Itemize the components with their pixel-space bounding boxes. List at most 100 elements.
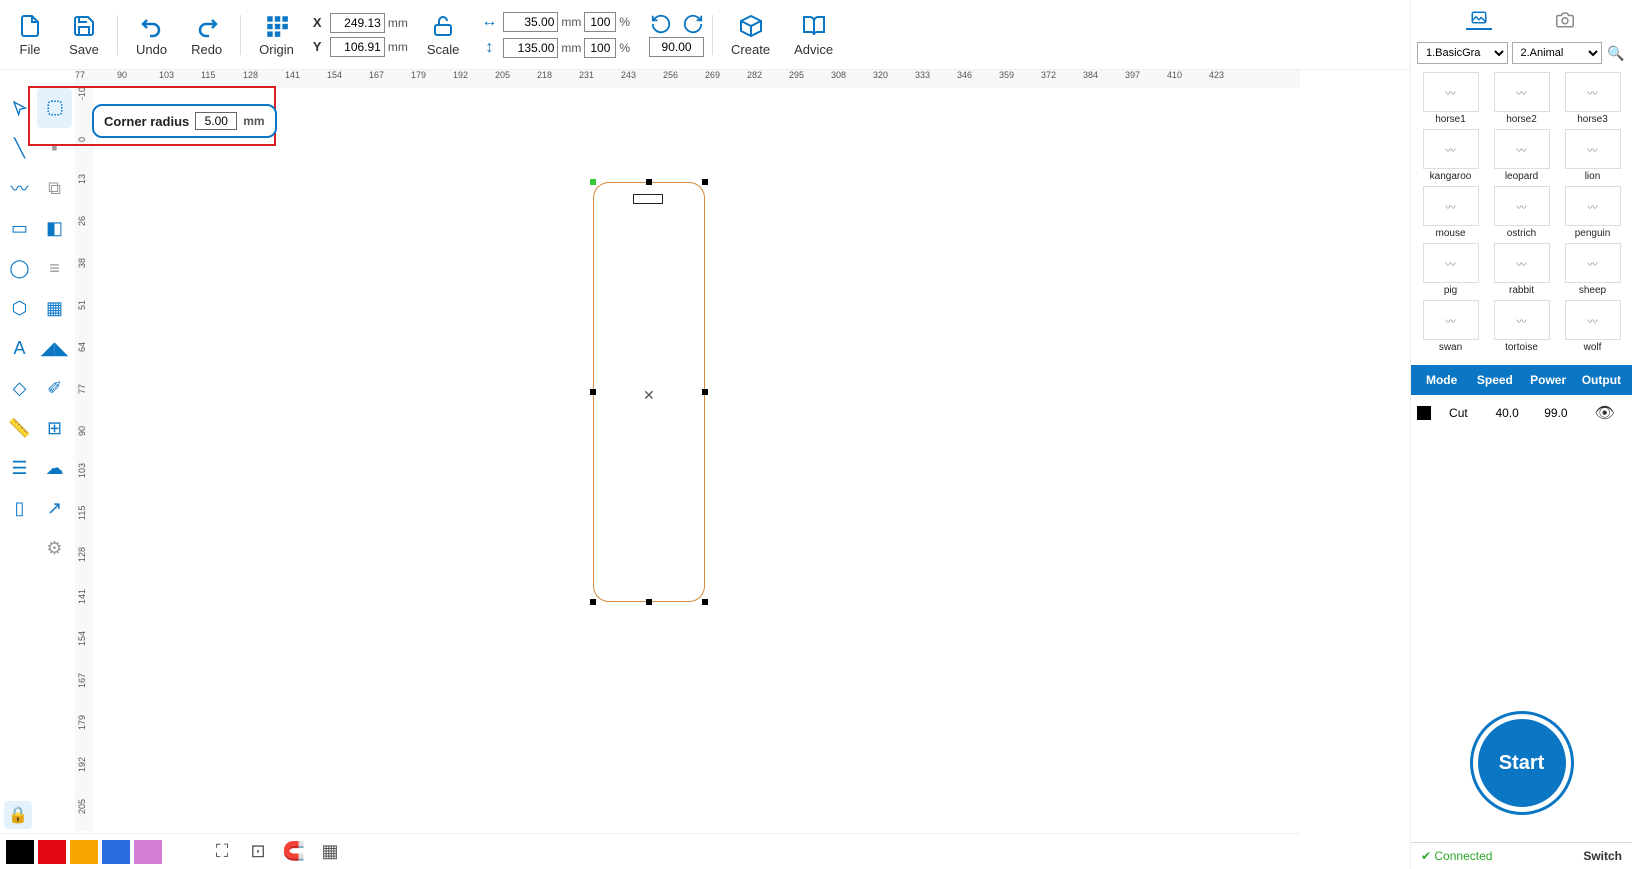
magnet-icon[interactable]: 🧲 xyxy=(280,840,308,864)
height-pct-input[interactable] xyxy=(584,38,616,58)
crop-icon[interactable]: ⛶ xyxy=(208,840,236,864)
lib-item-tortoise[interactable]: 〰tortoise xyxy=(1488,300,1555,353)
y-input[interactable] xyxy=(330,37,385,57)
rotate-cw-icon[interactable] xyxy=(682,13,704,35)
canvas[interactable]: ✕ xyxy=(93,88,1300,831)
create-button[interactable]: Create xyxy=(721,8,780,61)
lib-item-label: leopard xyxy=(1505,171,1538,182)
resize-handle-w[interactable] xyxy=(590,389,596,395)
lib-item-sheep[interactable]: 〰sheep xyxy=(1559,243,1626,296)
lib-item-label: pig xyxy=(1444,285,1457,296)
lib-item-label: lion xyxy=(1585,171,1601,182)
color-swatch[interactable] xyxy=(70,840,98,864)
fill-tool[interactable]: ▪ xyxy=(37,128,72,168)
select-tool[interactable] xyxy=(2,88,37,128)
polygon-tool[interactable]: ⬡ xyxy=(2,288,37,328)
undo-icon xyxy=(138,12,166,40)
ruler-tool[interactable]: 📏 xyxy=(2,408,37,448)
tab-shapes[interactable] xyxy=(1466,10,1492,30)
lib-item-wolf[interactable]: 〰wolf xyxy=(1559,300,1626,353)
lib-item-rabbit[interactable]: 〰rabbit xyxy=(1488,243,1555,296)
path-tool[interactable]: ↗ xyxy=(37,488,72,528)
corner-radius-input[interactable] xyxy=(195,112,237,130)
focus-icon[interactable]: ⊡ xyxy=(244,840,272,864)
ruler-horizontal: 7790103115128141154167179192205218231243… xyxy=(75,70,1300,88)
library-select-1[interactable]: 1.BasicGra xyxy=(1417,42,1508,64)
scale-button[interactable]: Scale xyxy=(417,8,470,61)
library-select-2[interactable]: 2.Animal xyxy=(1512,42,1603,64)
layers-tool[interactable]: ☰ xyxy=(2,448,37,488)
corner-radius-popup: Corner radius mm xyxy=(92,104,277,138)
resize-handle-sw[interactable] xyxy=(590,599,596,605)
rounded-rect-tool[interactable] xyxy=(37,88,72,128)
lib-swatch: 〰 xyxy=(1494,300,1550,340)
scale-label: Scale xyxy=(427,42,460,57)
inner-shape[interactable] xyxy=(633,194,663,204)
lib-item-penguin[interactable]: 〰penguin xyxy=(1559,186,1626,239)
width-input[interactable] xyxy=(503,12,558,32)
lib-item-ostrich[interactable]: 〰ostrich xyxy=(1488,186,1555,239)
table-tool[interactable]: ▯ xyxy=(2,488,37,528)
lib-swatch: 〰 xyxy=(1494,72,1550,112)
rotate-ccw-icon[interactable] xyxy=(650,13,672,35)
lib-item-swan[interactable]: 〰swan xyxy=(1417,300,1484,353)
rotate-input[interactable] xyxy=(649,37,704,57)
height-input[interactable] xyxy=(503,38,558,58)
color-swatch[interactable] xyxy=(6,840,34,864)
lib-item-kangaroo[interactable]: 〰kangaroo xyxy=(1417,129,1484,182)
copy-tool[interactable]: ⧉ xyxy=(37,168,72,208)
cube-icon xyxy=(737,12,765,40)
wave-tool[interactable]: 〰 xyxy=(2,168,37,208)
mm-unit: mm xyxy=(388,16,408,30)
align-tool[interactable]: ≡ xyxy=(37,248,72,288)
cloud-tool[interactable]: ☁ xyxy=(37,448,72,488)
resize-handle-e[interactable] xyxy=(702,389,708,395)
lib-item-mouse[interactable]: 〰mouse xyxy=(1417,186,1484,239)
advice-button[interactable]: Advice xyxy=(784,8,843,61)
switch-button[interactable]: Switch xyxy=(1583,849,1622,863)
lib-item-label: penguin xyxy=(1575,228,1611,239)
lib-item-horse3[interactable]: 〰horse3 xyxy=(1559,72,1626,125)
x-input[interactable] xyxy=(330,13,385,33)
line-tool[interactable]: ╲ xyxy=(2,128,37,168)
undo-button[interactable]: Undo xyxy=(126,8,177,61)
array-tool[interactable]: ⊞ xyxy=(37,408,72,448)
edit-path-tool[interactable]: ✐ xyxy=(37,368,72,408)
lib-item-leopard[interactable]: 〰leopard xyxy=(1488,129,1555,182)
origin-button[interactable]: Origin xyxy=(249,8,304,61)
eraser-tool[interactable]: ◇ xyxy=(2,368,37,408)
settings-tool[interactable]: ⚙ xyxy=(37,528,72,568)
lib-item-horse1[interactable]: 〰horse1 xyxy=(1417,72,1484,125)
grid-tool[interactable]: ▦ xyxy=(37,288,72,328)
file-label: File xyxy=(20,42,41,57)
redo-button[interactable]: Redo xyxy=(181,8,232,61)
combine-tool[interactable]: ◧ xyxy=(37,208,72,248)
lib-item-horse2[interactable]: 〰horse2 xyxy=(1488,72,1555,125)
lib-item-pig[interactable]: 〰pig xyxy=(1417,243,1484,296)
search-icon[interactable]: 🔍 xyxy=(1606,43,1626,63)
layer-mode: Cut xyxy=(1437,406,1480,420)
grid-icon[interactable]: ▦ xyxy=(316,840,344,864)
save-button[interactable]: Save xyxy=(59,8,109,61)
resize-handle-ne[interactable] xyxy=(702,179,708,185)
layer-row[interactable]: Cut 40.0 99.0 👁 xyxy=(1411,395,1632,431)
rotation-handle[interactable] xyxy=(590,179,596,185)
color-swatch[interactable] xyxy=(102,840,130,864)
file-button[interactable]: File xyxy=(5,8,55,61)
resize-handle-n[interactable] xyxy=(646,179,652,185)
advice-label: Advice xyxy=(794,42,833,57)
ellipse-tool[interactable]: ◯ xyxy=(2,248,37,288)
mirror-tool[interactable]: ◢◣ xyxy=(37,328,72,368)
text-tool[interactable]: A xyxy=(2,328,37,368)
lock-toggle[interactable]: 🔒 xyxy=(4,801,32,829)
lib-item-lion[interactable]: 〰lion xyxy=(1559,129,1626,182)
rect-tool[interactable]: ▭ xyxy=(2,208,37,248)
start-button[interactable]: Start xyxy=(1473,714,1571,812)
width-pct-input[interactable] xyxy=(584,12,616,32)
color-swatch[interactable] xyxy=(134,840,162,864)
visibility-icon[interactable]: 👁 xyxy=(1583,403,1626,423)
resize-handle-se[interactable] xyxy=(702,599,708,605)
color-swatch[interactable] xyxy=(38,840,66,864)
resize-handle-s[interactable] xyxy=(646,599,652,605)
tab-camera[interactable] xyxy=(1552,10,1578,30)
